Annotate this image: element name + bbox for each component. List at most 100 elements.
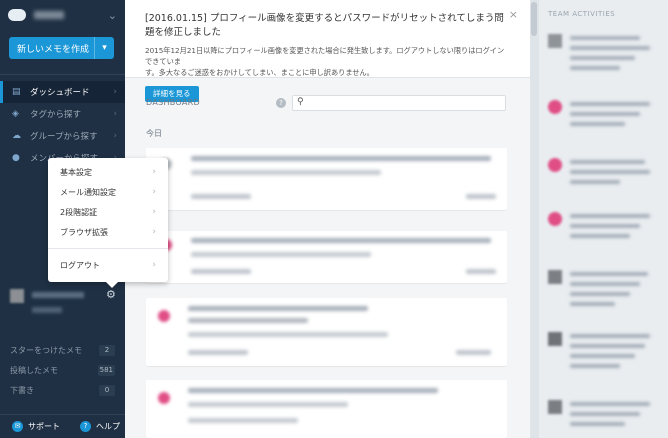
chevron-down-icon[interactable]: ⌄ xyxy=(108,9,117,22)
document-icon: ▤ xyxy=(12,87,21,97)
avatar xyxy=(548,400,562,414)
dashboard-label: DASHBOARD xyxy=(146,98,200,107)
avatar[interactable] xyxy=(10,289,24,303)
support-link[interactable]: ✉ サポート xyxy=(12,421,60,432)
dashboard-header: DASHBOARD ? ⚲ xyxy=(146,95,506,111)
menu-item-label: ログアウト xyxy=(60,260,100,270)
memo-date xyxy=(466,269,496,274)
activity-item[interactable] xyxy=(548,270,658,315)
memo-author-avatar xyxy=(158,310,170,322)
menu-item-mail-notification[interactable]: メール通知設定 › xyxy=(48,182,168,202)
notice-body: 2015年12月21日以降にプロフィール画像を変更された場合に発生致します。ログ… xyxy=(145,45,510,78)
new-memo-button[interactable]: 新しいメモを作成 ▾ xyxy=(9,37,114,59)
menu-item-logout[interactable]: ログアウト › xyxy=(48,255,168,275)
menu-item-label: 2段階認証 xyxy=(60,207,98,217)
activity-text xyxy=(570,122,625,126)
activity-text xyxy=(570,292,630,296)
memo-meta xyxy=(191,269,251,274)
memo-meta xyxy=(191,194,251,199)
memo-date xyxy=(456,350,491,355)
activity-item[interactable] xyxy=(548,100,658,140)
support-label: サポート xyxy=(28,422,60,431)
memo-date xyxy=(466,194,496,199)
menu-item-two-factor[interactable]: 2段階認証 › xyxy=(48,202,168,222)
menu-item-label: メール通知設定 xyxy=(60,187,116,197)
main-content: [2016.01.15] プロフィール画像を変更するとパスワードがリセットされて… xyxy=(125,0,530,438)
memo-card[interactable] xyxy=(146,148,507,210)
stat-count: 581 xyxy=(97,364,115,376)
date-heading: 今日 xyxy=(146,129,162,138)
avatar xyxy=(548,100,562,114)
scrollbar-thumb[interactable] xyxy=(531,2,537,36)
avatar xyxy=(548,270,562,284)
memo-excerpt xyxy=(191,252,371,257)
activity-item[interactable] xyxy=(548,34,658,84)
sidebar-item-dashboard[interactable]: ▤ ダッシュボード › xyxy=(0,81,125,103)
sidebar-footer: ✉ サポート ? ヘルプ xyxy=(0,414,125,438)
activity-text xyxy=(570,170,650,174)
sidebar-item-label: ダッシュボード xyxy=(30,88,90,98)
chevron-right-icon: › xyxy=(113,109,117,119)
chevron-right-icon: › xyxy=(152,260,156,270)
chevron-right-icon: › xyxy=(152,187,156,197)
stat-posted[interactable]: 投稿したメモ 581 xyxy=(0,360,125,380)
sidebar-item-label: グループから探す xyxy=(30,132,98,142)
main-scrollbar[interactable] xyxy=(530,0,539,438)
memo-excerpt xyxy=(188,418,298,423)
memo-card[interactable] xyxy=(146,231,507,283)
support-icon: ✉ xyxy=(12,421,23,432)
activity-text xyxy=(570,224,640,228)
user-id xyxy=(32,307,62,313)
activity-text xyxy=(570,214,650,218)
activity-text xyxy=(570,272,648,276)
team-header[interactable]: ⌄ xyxy=(0,0,125,30)
chevron-right-icon: › xyxy=(113,131,117,141)
activity-text xyxy=(570,334,650,338)
activity-text xyxy=(570,364,620,368)
memo-card[interactable] xyxy=(146,298,507,366)
activity-item[interactable] xyxy=(548,158,658,198)
chevron-right-icon: › xyxy=(152,227,156,237)
activity-text xyxy=(570,234,630,238)
memo-excerpt xyxy=(191,170,381,175)
stat-label: スターをつけたメモ xyxy=(10,345,82,355)
activity-item[interactable] xyxy=(548,400,658,436)
menu-divider xyxy=(48,248,168,249)
memo-excerpt xyxy=(188,402,348,407)
activity-item[interactable] xyxy=(548,212,658,252)
stat-count: 0 xyxy=(99,384,115,396)
sidebar-item-tags[interactable]: ◈ タグから探す › xyxy=(0,103,125,125)
memo-card[interactable] xyxy=(146,380,507,438)
activity-text xyxy=(570,46,650,50)
help-link[interactable]: ? ヘルプ xyxy=(80,421,120,432)
stat-drafts[interactable]: 下書き 0 xyxy=(0,380,125,400)
memo-title xyxy=(188,388,438,393)
notice-title: [2016.01.15] プロフィール画像を変更するとパスワードがリセットされて… xyxy=(145,13,504,38)
team-name xyxy=(34,11,64,19)
chevron-right-icon: › xyxy=(152,207,156,217)
stat-starred[interactable]: スターをつけたメモ 2 xyxy=(0,340,125,360)
avatar xyxy=(548,212,562,226)
menu-item-label: 基本設定 xyxy=(60,167,92,177)
activity-text xyxy=(570,354,635,358)
member-icon: ● xyxy=(12,153,20,163)
menu-item-browser-extension[interactable]: ブラウザ拡張 › xyxy=(48,222,168,242)
stat-count: 2 xyxy=(99,344,115,356)
help-icon[interactable]: ? xyxy=(276,98,286,108)
activity-text xyxy=(570,36,640,40)
activity-text xyxy=(570,102,650,106)
sidebar-item-groups[interactable]: ☁ グループから探す › xyxy=(0,125,125,147)
gear-icon[interactable]: ⚙ xyxy=(106,288,116,301)
activity-text xyxy=(570,422,625,426)
activity-text xyxy=(570,344,645,348)
tag-icon: ◈ xyxy=(12,109,19,119)
new-memo-dropdown-icon[interactable]: ▾ xyxy=(94,37,114,59)
activity-text xyxy=(570,180,620,184)
activity-item[interactable] xyxy=(548,332,658,382)
user-name xyxy=(32,292,84,298)
close-icon[interactable]: × xyxy=(509,8,518,21)
menu-item-basic-settings[interactable]: 基本設定 › xyxy=(48,162,168,182)
search-input[interactable]: ⚲ xyxy=(292,95,506,111)
sidebar-item-label: タグから探す xyxy=(30,110,82,120)
memo-title xyxy=(188,306,368,311)
